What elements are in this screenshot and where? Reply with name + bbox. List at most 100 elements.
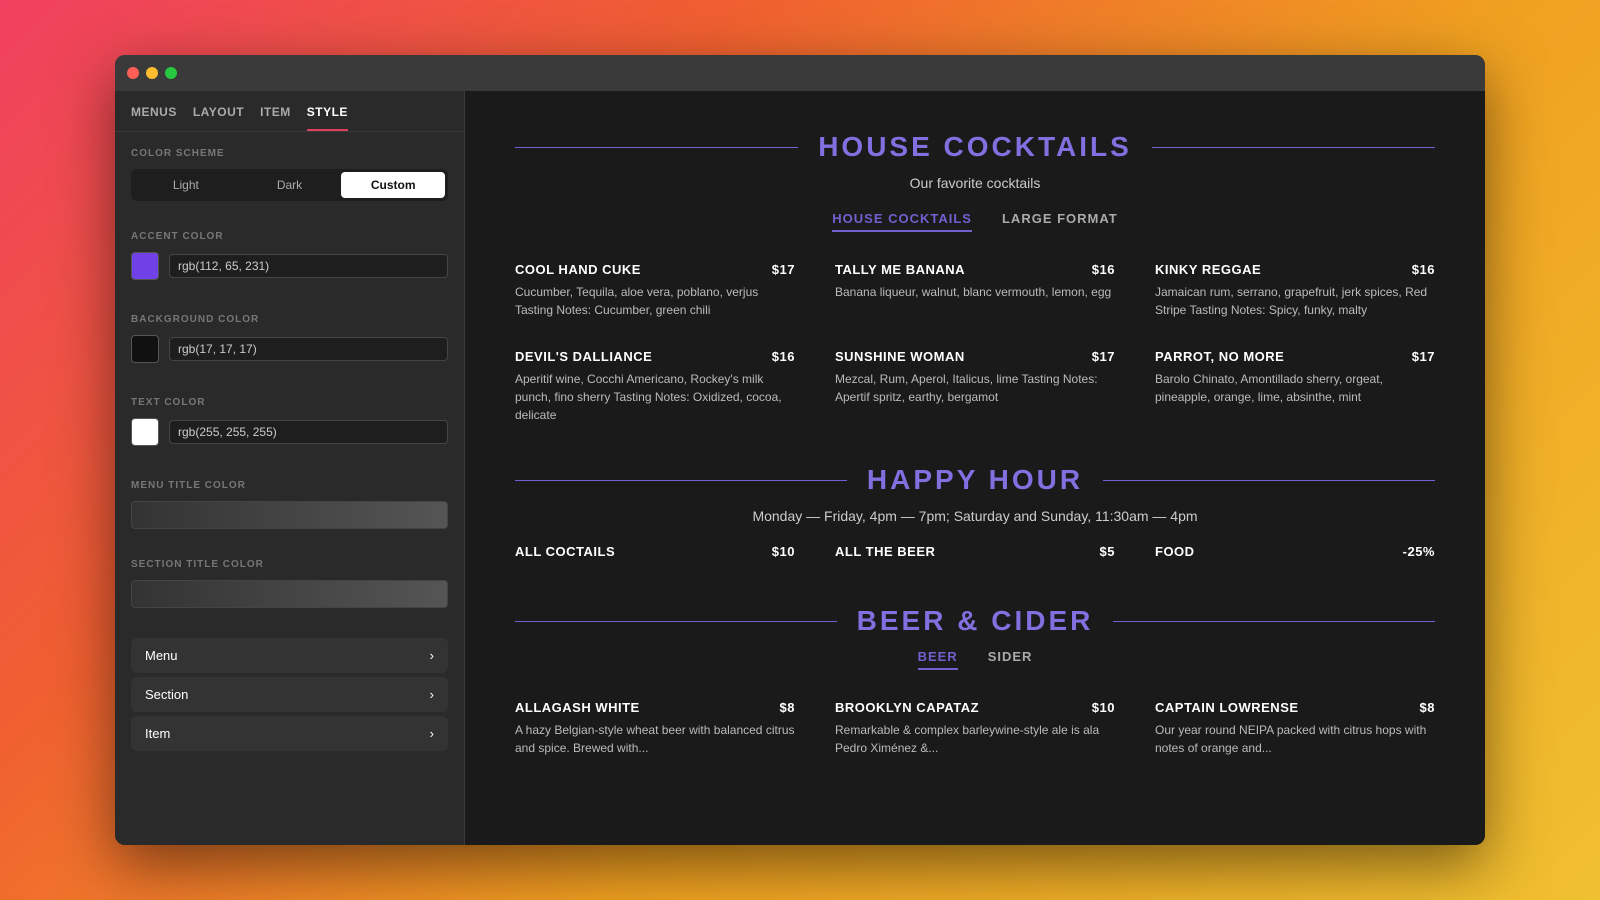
menu-item: SUNSHINE WOMAN $17 Mezcal, Rum, Aperol, … xyxy=(835,349,1115,424)
item-desc: Cucumber, Tequila, aloe vera, poblano, v… xyxy=(515,283,795,319)
item-price: $16 xyxy=(1412,262,1435,277)
background-color-value[interactable]: rgb(17, 17, 17) xyxy=(169,337,448,361)
menu-item: CAPTAIN LOWRENSE $8 Our year round NEIPA… xyxy=(1155,700,1435,757)
item-price: $17 xyxy=(1412,349,1435,364)
title-line-left xyxy=(515,480,847,481)
tab-house-cocktails[interactable]: HOUSE COCKTAILS xyxy=(832,211,972,232)
menu-item: DEVIL'S DALLIANCE $16 Aperitif wine, Coc… xyxy=(515,349,795,424)
nav-item-section[interactable]: Section › xyxy=(131,677,448,712)
color-scheme-buttons: Light Dark Custom xyxy=(131,169,448,201)
item-name: BROOKLYN CAPATAZ $10 xyxy=(835,700,1115,715)
item-name: PARROT, NO MORE $17 xyxy=(1155,349,1435,364)
section-house-cocktails: HOUSE COCKTAILS Our favorite cocktails H… xyxy=(515,131,1435,424)
tab-beer[interactable]: BEER xyxy=(918,649,958,670)
item-name: ALLAGASH WHITE $8 xyxy=(515,700,795,715)
item-price: $8 xyxy=(1420,700,1435,715)
nav-item-item-label: Item xyxy=(145,726,170,741)
tab-item[interactable]: ITEM xyxy=(260,105,291,131)
item-price: $16 xyxy=(1092,262,1115,277)
traffic-lights xyxy=(127,67,177,79)
item-desc: A hazy Belgian-style wheat beer with bal… xyxy=(515,721,795,757)
section-heading: BEER & CIDER xyxy=(857,605,1094,637)
close-button[interactable] xyxy=(127,67,139,79)
title-line-right xyxy=(1113,621,1435,622)
color-scheme-section: COLOR SCHEME Light Dark Custom xyxy=(115,132,464,201)
background-color-swatch[interactable] xyxy=(131,335,159,363)
menu-item: TALLY ME BANANA $16 Banana liqueur, waln… xyxy=(835,262,1115,319)
text-color-row: rgb(255, 255, 255) xyxy=(131,418,448,446)
item-price: -25% xyxy=(1403,544,1435,559)
app-window: MENUS LAYOUT ITEM STYLE COLOR SCHEME Lig… xyxy=(115,55,1485,845)
background-color-section: BACKGROUND COLOR rgb(17, 17, 17) xyxy=(115,298,464,367)
nav-item-section-label: Section xyxy=(145,687,188,702)
scheme-dark-button[interactable]: Dark xyxy=(238,172,342,198)
accent-color-swatch[interactable] xyxy=(131,252,159,280)
accent-color-row: rgb(112, 65, 231) xyxy=(131,252,448,280)
section-title-color-label: SECTION TITLE COLOR xyxy=(131,559,448,570)
accent-color-label: ACCENT COLOR xyxy=(131,231,448,242)
accent-color-value[interactable]: rgb(112, 65, 231) xyxy=(169,254,448,278)
item-desc: Aperitif wine, Cocchi Americano, Rockey'… xyxy=(515,370,795,424)
item-name: FOOD -25% xyxy=(1155,544,1435,559)
scheme-light-button[interactable]: Light xyxy=(134,172,238,198)
item-desc: Our year round NEIPA packed with citrus … xyxy=(1155,721,1435,757)
app-body: MENUS LAYOUT ITEM STYLE COLOR SCHEME Lig… xyxy=(115,91,1485,845)
section-title-color-picker[interactable] xyxy=(131,580,448,608)
titlebar xyxy=(115,55,1485,91)
item-name: ALL COCTAILS $10 xyxy=(515,544,795,559)
tab-layout[interactable]: LAYOUT xyxy=(193,105,244,131)
item-name: TALLY ME BANANA $16 xyxy=(835,262,1115,277)
items-grid-beer: ALLAGASH WHITE $8 A hazy Belgian-style w… xyxy=(515,700,1435,757)
nav-item-item[interactable]: Item › xyxy=(131,716,448,751)
title-line-right xyxy=(1152,147,1435,148)
nav-item-menu-label: Menu xyxy=(145,648,178,663)
item-price: $5 xyxy=(1100,544,1115,559)
title-line-left xyxy=(515,147,798,148)
background-color-label: BACKGROUND COLOR xyxy=(131,314,448,325)
item-name: SUNSHINE WOMAN $17 xyxy=(835,349,1115,364)
sidebar: MENUS LAYOUT ITEM STYLE COLOR SCHEME Lig… xyxy=(115,91,465,845)
chevron-right-icon: › xyxy=(430,726,434,741)
accent-color-section: ACCENT COLOR rgb(112, 65, 231) xyxy=(115,215,464,284)
menu-title-color-picker[interactable] xyxy=(131,501,448,529)
maximize-button[interactable] xyxy=(165,67,177,79)
minimize-button[interactable] xyxy=(146,67,158,79)
main-content: HOUSE COCKTAILS Our favorite cocktails H… xyxy=(465,91,1485,845)
nav-item-menu[interactable]: Menu › xyxy=(131,638,448,673)
scheme-custom-button[interactable]: Custom xyxy=(341,172,445,198)
item-price: $17 xyxy=(1092,349,1115,364)
title-line-right xyxy=(1103,480,1435,481)
menu-item: COOL HAND CUKE $17 Cucumber, Tequila, al… xyxy=(515,262,795,319)
section-heading: HAPPY HOUR xyxy=(867,464,1083,496)
items-grid-cocktails: COOL HAND CUKE $17 Cucumber, Tequila, al… xyxy=(515,262,1435,424)
items-row-happy-hour: ALL COCTAILS $10 ALL THE BEER $5 FOOD xyxy=(515,544,1435,565)
menu-title-color-section: MENU TITLE COLOR xyxy=(115,464,464,543)
menu-item: ALLAGASH WHITE $8 A hazy Belgian-style w… xyxy=(515,700,795,757)
text-color-swatch[interactable] xyxy=(131,418,159,446)
item-name: KINKY REGGAE $16 xyxy=(1155,262,1435,277)
text-color-section: TEXT COLOR rgb(255, 255, 255) xyxy=(115,381,464,450)
item-desc: Jamaican rum, serrano, grapefruit, jerk … xyxy=(1155,283,1435,319)
section-subtitle: Our favorite cocktails xyxy=(515,175,1435,191)
chevron-right-icon: › xyxy=(430,687,434,702)
section-title-beer-cider: BEER & CIDER xyxy=(515,605,1435,637)
chevron-right-icon: › xyxy=(430,648,434,663)
item-desc: Mezcal, Rum, Aperol, Italicus, lime Tast… xyxy=(835,370,1115,406)
section-subtitle: Monday — Friday, 4pm — 7pm; Saturday and… xyxy=(515,508,1435,524)
tab-style[interactable]: STYLE xyxy=(307,105,348,131)
section-title-house-cocktails: HOUSE COCKTAILS xyxy=(515,131,1435,163)
section-happy-hour: HAPPY HOUR Monday — Friday, 4pm — 7pm; S… xyxy=(515,464,1435,565)
menu-item: PARROT, NO MORE $17 Barolo Chinato, Amon… xyxy=(1155,349,1435,424)
item-price: $17 xyxy=(772,262,795,277)
text-color-value[interactable]: rgb(255, 255, 255) xyxy=(169,420,448,444)
item-price: $10 xyxy=(1092,700,1115,715)
section-title-color-section: SECTION TITLE COLOR xyxy=(115,543,464,622)
menu-item: KINKY REGGAE $16 Jamaican rum, serrano, … xyxy=(1155,262,1435,319)
section-title-happy-hour: HAPPY HOUR xyxy=(515,464,1435,496)
menu-item: ALL COCTAILS $10 xyxy=(515,544,795,565)
tab-menus[interactable]: MENUS xyxy=(131,105,177,131)
title-line-left xyxy=(515,621,837,622)
tab-sider[interactable]: SIDER xyxy=(988,649,1033,670)
item-name: ALL THE BEER $5 xyxy=(835,544,1115,559)
tab-large-format[interactable]: LARGE FORMAT xyxy=(1002,211,1118,232)
